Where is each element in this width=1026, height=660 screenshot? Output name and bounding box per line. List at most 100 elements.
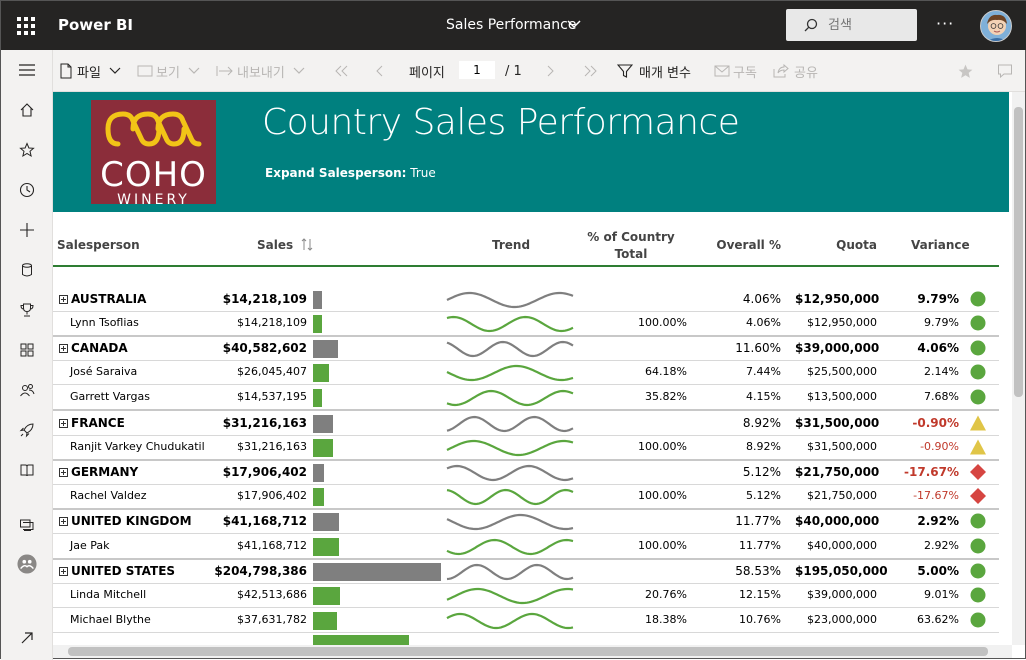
datasets-icon[interactable] xyxy=(17,260,37,280)
horizontal-scrollbar[interactable] xyxy=(53,645,1012,658)
report-title[interactable]: Sales Performance xyxy=(446,17,576,33)
parameter-display: Expand Salesperson: True xyxy=(265,166,436,180)
overall-pct: 4.06% xyxy=(742,292,781,306)
expand-plus-icon[interactable] xyxy=(59,517,68,526)
country-name: CANADA xyxy=(71,341,128,355)
expand-plus-icon[interactable] xyxy=(59,468,68,477)
more-options-icon[interactable]: ··· xyxy=(936,14,954,33)
country-name-cell[interactable]: CANADA xyxy=(59,341,128,355)
page-number-input[interactable] xyxy=(459,61,495,79)
expand-plus-icon[interactable] xyxy=(59,567,68,576)
horizontal-scroll-thumb[interactable] xyxy=(68,647,988,656)
search-box[interactable] xyxy=(786,9,917,41)
variance-value: 5.00% xyxy=(917,564,959,578)
row-divider xyxy=(53,632,999,633)
sales-value: $37,631,782 xyxy=(237,613,307,626)
logo-text-winery: WINERY xyxy=(117,192,190,208)
share-button[interactable]: 공유 xyxy=(773,62,818,81)
country-name: UNITED KINGDOM xyxy=(71,514,192,528)
country-name-cell[interactable]: GERMANY xyxy=(59,465,138,479)
vertical-scroll-thumb[interactable] xyxy=(1014,107,1023,397)
export-menu[interactable]: 내보내기 xyxy=(216,62,305,81)
next-page-icon[interactable] xyxy=(545,62,555,80)
mail-icon xyxy=(714,65,730,77)
share-label: 공유 xyxy=(794,65,818,81)
salesperson-name: Garrett Vargas xyxy=(70,390,150,403)
trend-sparkline xyxy=(446,464,574,482)
salesperson-row: Ranjit Varkey Chudukatil $31,216,163 100.0… xyxy=(53,435,999,459)
file-menu[interactable]: 파일 xyxy=(59,62,121,81)
last-page-icon[interactable] xyxy=(583,62,599,80)
page-number-field[interactable] xyxy=(459,61,495,79)
learn-rocket-icon[interactable] xyxy=(17,420,37,440)
country-name-cell[interactable]: AUSTRALIA xyxy=(59,292,146,306)
recent-clock-icon[interactable] xyxy=(17,180,37,200)
parameters-button[interactable]: 매개 변수 xyxy=(617,62,691,81)
salesperson-row: Rachel Valdez $17,906,402 100.00% 5.12% $21,… xyxy=(53,484,999,508)
overall-pct: 58.53% xyxy=(735,564,781,578)
sort-icon[interactable] xyxy=(301,238,313,251)
app-name[interactable]: Power BI xyxy=(58,16,133,34)
open-in-new-icon[interactable] xyxy=(17,628,37,648)
status-good-circle-icon xyxy=(970,364,986,380)
workspace-avatar-icon[interactable] xyxy=(17,554,37,574)
country-row: UNITED KINGDOM $41,168,712 11.77% $40,000,0… xyxy=(53,509,999,533)
quota-value: $23,000,000 xyxy=(807,613,877,626)
variance-value: 2.92% xyxy=(917,514,959,528)
header-sales[interactable]: Sales xyxy=(257,238,313,252)
vertical-scrollbar[interactable] xyxy=(1012,92,1025,645)
header-pct-line2: Total xyxy=(614,247,648,261)
goals-trophy-icon[interactable] xyxy=(17,300,37,320)
sales-value: $40,582,602 xyxy=(222,341,307,355)
create-plus-icon[interactable] xyxy=(17,220,37,240)
favorite-star-icon[interactable] xyxy=(957,62,974,80)
avatar[interactable] xyxy=(980,10,1012,42)
expand-plus-icon[interactable] xyxy=(59,295,68,304)
status-good-circle-icon xyxy=(970,612,986,628)
status-good-circle-icon xyxy=(970,513,986,529)
chevron-down-icon xyxy=(188,67,200,74)
workspaces-icon[interactable] xyxy=(17,515,37,535)
status-good-circle-icon xyxy=(970,340,986,356)
country-name: GERMANY xyxy=(71,465,139,479)
country-name-cell[interactable]: FRANCE xyxy=(59,416,125,430)
home-icon[interactable] xyxy=(17,100,37,120)
sales-bar xyxy=(313,439,333,457)
view-menu[interactable]: 보기 xyxy=(137,62,200,81)
sales-value: $42,513,686 xyxy=(237,588,307,601)
comment-icon[interactable] xyxy=(997,62,1013,80)
app-launcher-icon[interactable] xyxy=(17,17,35,35)
favorites-star-icon[interactable] xyxy=(17,140,37,160)
report-heading: Country Sales Performance xyxy=(262,102,740,143)
left-nav-rail xyxy=(1,50,53,660)
expand-plus-icon[interactable] xyxy=(59,419,68,428)
subscribe-button[interactable]: 구독 xyxy=(714,62,757,81)
search-input[interactable] xyxy=(828,15,908,35)
expand-plus-icon[interactable] xyxy=(59,344,68,353)
country-name-cell[interactable]: UNITED STATES xyxy=(59,564,175,578)
apps-icon[interactable] xyxy=(17,340,37,360)
variance-value: -17.67% xyxy=(904,465,959,479)
previous-page-icon[interactable] xyxy=(375,62,385,80)
first-page-icon[interactable] xyxy=(333,62,349,80)
country-name: AUSTRALIA xyxy=(71,292,147,306)
sales-bar xyxy=(313,513,339,531)
overall-pct: 4.06% xyxy=(746,316,781,329)
shared-with-me-icon[interactable] xyxy=(17,380,37,400)
sales-bar xyxy=(313,389,322,407)
quota-value: $31,500,000 xyxy=(795,416,880,430)
overall-pct: 11.77% xyxy=(735,514,781,528)
country-name: FRANCE xyxy=(71,416,125,430)
sales-value: $41,168,712 xyxy=(237,539,307,552)
trend-sparkline xyxy=(446,612,574,630)
status-good-circle-icon xyxy=(970,315,986,331)
header-pct-country: % of Country Total xyxy=(579,229,683,263)
chevron-down-icon[interactable] xyxy=(567,17,581,31)
country-name-cell[interactable]: UNITED KINGDOM xyxy=(59,514,192,528)
workspaces-book-icon[interactable] xyxy=(17,460,37,480)
country-row: FRANCE $31,216,163 8.92% $31,500,000 -0.90% xyxy=(53,411,999,435)
quota-value: $40,000,000 xyxy=(795,514,880,528)
sales-bar xyxy=(313,340,338,358)
hamburger-menu-icon[interactable] xyxy=(17,60,37,80)
salesperson-name: José Saraiva xyxy=(70,365,138,378)
